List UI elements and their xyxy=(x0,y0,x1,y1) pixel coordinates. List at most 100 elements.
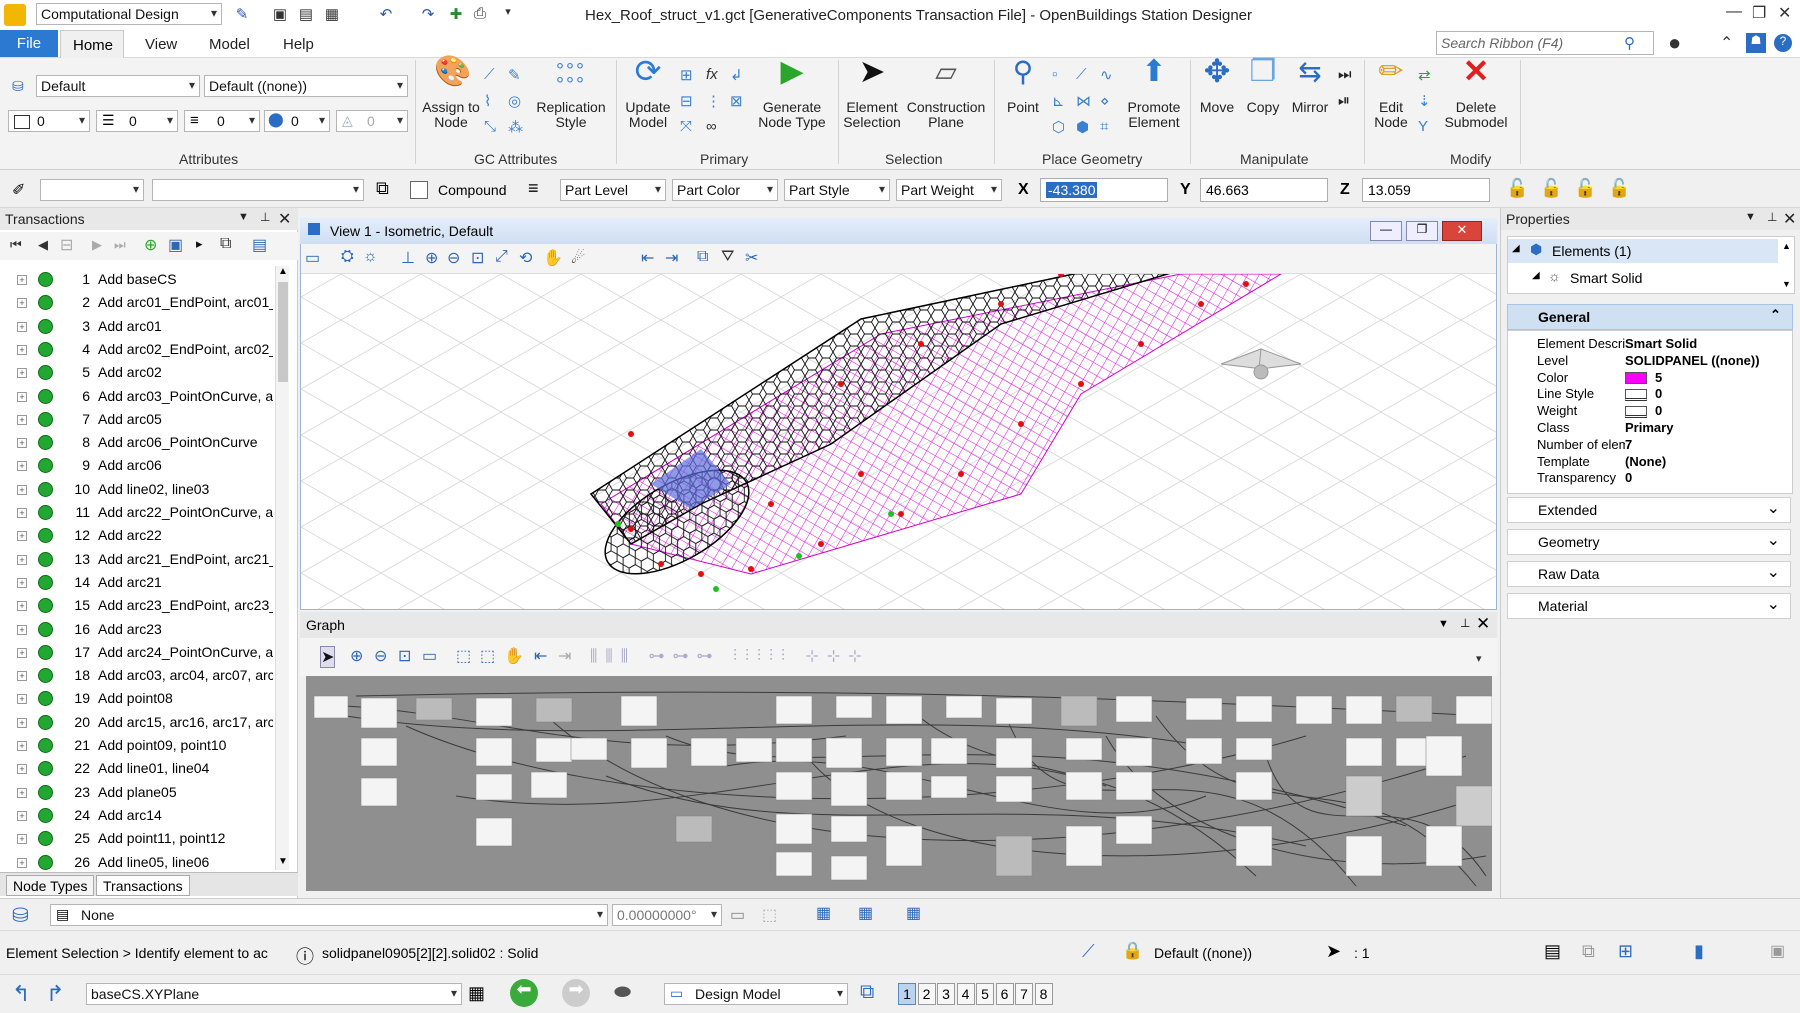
expand-icon[interactable]: + xyxy=(17,414,27,425)
node-list-icon[interactable]: ⊞ xyxy=(680,66,693,84)
transaction-row[interactable]: +2 Add arc01_EndPoint, arc01_E xyxy=(0,291,275,314)
graph-options-icon[interactable]: ▾ xyxy=(1476,652,1482,665)
tree-scroll-up-icon[interactable]: ▲ xyxy=(1782,241,1791,251)
expand-icon[interactable]: + xyxy=(17,834,27,845)
view-groups-icon[interactable]: ⧉ xyxy=(860,981,874,1004)
open-icon[interactable]: ▣ xyxy=(270,5,290,25)
transaction-row[interactable]: +13 Add arc21_EndPoint, arc21_E xyxy=(0,548,275,571)
transaction-row[interactable]: +16 Add arc23 xyxy=(0,618,275,641)
close-panel-icon[interactable]: ✕ xyxy=(278,209,291,229)
next-transaction-icon[interactable]: ▶ xyxy=(92,237,102,253)
expand-icon[interactable]: + xyxy=(17,484,27,495)
view-restore-icon[interactable]: ❐ xyxy=(1406,221,1438,241)
smart-solid-node[interactable]: ◢ ☼ Smart Solid xyxy=(1532,267,1772,289)
expand-icon[interactable]: + xyxy=(17,438,27,449)
transaction-row[interactable]: +10 Add line02, line03 xyxy=(0,478,275,501)
transaction-row[interactable]: +19 Add point08 xyxy=(0,687,275,710)
lock-all-icon[interactable]: 🔓 xyxy=(1608,178,1630,199)
update-model-button[interactable]: ⟳ Update Model xyxy=(620,55,676,130)
target-icon[interactable]: ◎ xyxy=(508,92,521,110)
expand-icon[interactable]: + xyxy=(17,717,27,728)
part-combo-1[interactable] xyxy=(40,179,144,201)
display-rule-combo[interactable]: None xyxy=(50,904,608,926)
section-raw-data[interactable]: Raw Data xyxy=(1507,561,1791,587)
display-style-icon[interactable]: ⛭ xyxy=(341,248,354,266)
view-close-icon[interactable]: ✕ xyxy=(1442,221,1482,241)
more-manipulate-icon-2[interactable]: ⏯ xyxy=(1338,92,1350,109)
panel-menu-icon[interactable]: ▼ xyxy=(238,211,249,223)
graph-forward-icon[interactable]: ⇥ xyxy=(558,646,571,666)
redo-icon[interactable]: ↷ xyxy=(418,5,438,25)
graph-close-icon[interactable]: ✕ xyxy=(1476,614,1490,634)
elements-node[interactable]: ◢ ⬢ Elements (1) xyxy=(1508,239,1778,263)
expand-icon[interactable]: + xyxy=(17,391,27,402)
graph-layout-icons[interactable]: ⫼⫼⫼ ⊶⊶⊶ ⫶⫶⫶⫶⫶ ⊹⊹⊹ xyxy=(590,646,870,666)
pan-icon[interactable]: ✋ xyxy=(543,248,563,268)
part-style-combo[interactable]: Part Style xyxy=(784,179,890,201)
expand-icon[interactable]: + xyxy=(17,787,27,798)
last-transaction-icon[interactable]: ⏭ xyxy=(114,237,126,253)
model-icon[interactable]: ⊞ xyxy=(1618,941,1633,962)
back-arrow-icon[interactable]: ↰ xyxy=(12,981,30,1007)
play-to-icon[interactable]: ▸ xyxy=(196,236,203,252)
section-geometry[interactable]: Geometry xyxy=(1507,529,1791,555)
replication-style-button[interactable]: °°° °°° Replication Style xyxy=(533,61,609,130)
accudraw-icon[interactable]: ⟋ xyxy=(1082,941,1095,962)
forward-arrow-icon[interactable]: ↱ xyxy=(46,981,64,1007)
layers-icon[interactable]: ⧉ xyxy=(376,178,389,199)
transaction-row[interactable]: +8 Add arc06_PointOnCurve xyxy=(0,431,275,454)
move-button[interactable]: ✥ Move xyxy=(1194,55,1240,115)
active-level-combo[interactable]: Default xyxy=(36,75,200,97)
graph-zoom-in-icon[interactable]: ⊕ xyxy=(350,646,363,666)
first-transaction-icon[interactable]: ⏮ xyxy=(10,237,22,253)
view-button-6[interactable]: 6 xyxy=(995,983,1014,1005)
tab-help[interactable]: Help xyxy=(283,36,314,53)
info-icon[interactable]: ⓘ xyxy=(296,943,314,969)
transaction-row[interactable]: +9 Add arc06 xyxy=(0,454,275,477)
edit-node-button[interactable]: ✏ Edit Node xyxy=(1368,57,1414,130)
view-button-5[interactable]: 5 xyxy=(976,983,994,1005)
bspline-icon[interactable]: ⋄ xyxy=(1100,92,1109,110)
graph-canvas[interactable] xyxy=(306,676,1492,891)
pick-icon[interactable]: ✐ xyxy=(12,180,25,200)
rect-icon[interactable]: ▫ xyxy=(1052,66,1057,83)
paint-icon[interactable]: ✎ xyxy=(232,5,252,25)
transaction-row[interactable]: +24 Add arc14 xyxy=(0,804,275,827)
connect-node-icon[interactable]: ⇣ xyxy=(1418,92,1431,110)
previous-view-icon[interactable]: ⇤ xyxy=(641,248,654,268)
tree-scroll-down-icon[interactable]: ▼ xyxy=(1782,279,1791,289)
transaction-row[interactable]: +21 Add point09, point10 xyxy=(0,734,275,757)
part-level-combo[interactable]: Part Level xyxy=(560,179,666,201)
general-section-header[interactable]: General ⌃ xyxy=(1507,304,1793,330)
sync-icon[interactable]: ⧉ xyxy=(1582,941,1595,962)
lighting-icon[interactable]: ☼ xyxy=(363,248,378,266)
clip-icon[interactable]: ⊥ xyxy=(401,248,415,268)
assign-to-node-button[interactable]: 🎨 Assign to Node xyxy=(420,57,482,130)
graph-fit-icon[interactable]: ▭ xyxy=(422,646,437,666)
fit-view-icon[interactable]: ⤢ xyxy=(495,248,508,266)
variables-icon[interactable]: ⋮ xyxy=(706,92,721,110)
tab-home[interactable]: Home xyxy=(60,30,124,59)
graph-menu-icon[interactable]: ▼ xyxy=(1438,618,1449,630)
construction-plane-button[interactable]: ▱ Construction Plane xyxy=(906,58,986,130)
graph-frame-all-icon[interactable]: ⬚ xyxy=(480,646,495,666)
lock-x-icon[interactable]: 🔓 xyxy=(1506,178,1528,199)
file-tab[interactable]: File xyxy=(0,30,58,57)
feedback-icon[interactable]: ▣ xyxy=(1770,941,1785,961)
transaction-row[interactable]: +25 Add point11, point12 xyxy=(0,827,275,850)
transaction-row[interactable]: +15 Add arc23_EndPoint, arc23_E xyxy=(0,594,275,617)
tab-model[interactable]: Model xyxy=(209,36,250,53)
x-coordinate-input[interactable]: -43.380 xyxy=(1040,178,1168,202)
scroll-down-icon[interactable]: ▼ xyxy=(278,856,288,867)
part-weight-combo[interactable]: Part Weight xyxy=(896,179,1002,201)
expand-icon[interactable]: + xyxy=(17,647,27,658)
expand-icon[interactable]: + xyxy=(17,461,27,472)
clip-volume-icon[interactable]: ▭ xyxy=(730,905,745,925)
next-model-icon[interactable]: ➡ xyxy=(562,979,590,1007)
copy-view-icon[interactable]: ⧉ xyxy=(697,248,708,266)
element-selection-button[interactable]: ➤ Element Selection xyxy=(842,55,902,130)
clip-mask-icon[interactable]: ⬚ xyxy=(762,905,777,925)
expand-icon[interactable]: + xyxy=(17,344,27,355)
grid-settings-icon[interactable]: ▦ xyxy=(906,903,921,923)
notification-icon[interactable]: ▮ xyxy=(1694,941,1704,962)
